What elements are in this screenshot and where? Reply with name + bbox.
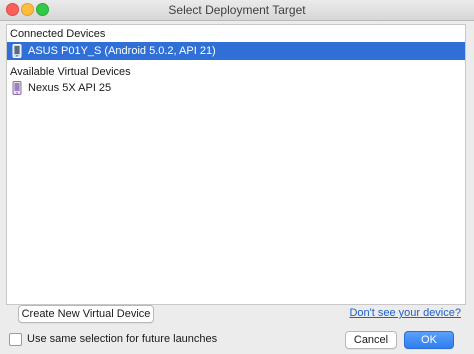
ok-button[interactable]: OK: [404, 331, 454, 349]
device-label: ASUS P01Y_S (Android 5.0.2, API 21): [28, 45, 216, 57]
connected-devices-header: Connected Devices: [10, 28, 106, 40]
same-selection-checkbox[interactable]: [9, 333, 22, 346]
device-row-virtual[interactable]: Nexus 5X API 25: [7, 79, 465, 97]
device-row-connected[interactable]: ASUS P01Y_S (Android 5.0.2, API 21): [7, 42, 465, 60]
dont-see-device-link[interactable]: Don't see your device?: [349, 307, 461, 319]
window-title: Select Deployment Target: [168, 3, 306, 17]
phone-icon: [12, 44, 22, 58]
virtual-devices-header: Available Virtual Devices: [10, 66, 131, 78]
cancel-button[interactable]: Cancel: [345, 331, 397, 349]
create-virtual-device-button[interactable]: Create New Virtual Device: [18, 305, 154, 323]
same-selection-label: Use same selection for future launches: [27, 333, 218, 345]
title-bar: Select Deployment Target: [0, 0, 474, 21]
phone-icon: [12, 81, 22, 95]
device-label: Nexus 5X API 25: [28, 82, 112, 94]
device-list[interactable]: Connected Devices ASUS P01Y_S (Android 5…: [6, 24, 466, 305]
